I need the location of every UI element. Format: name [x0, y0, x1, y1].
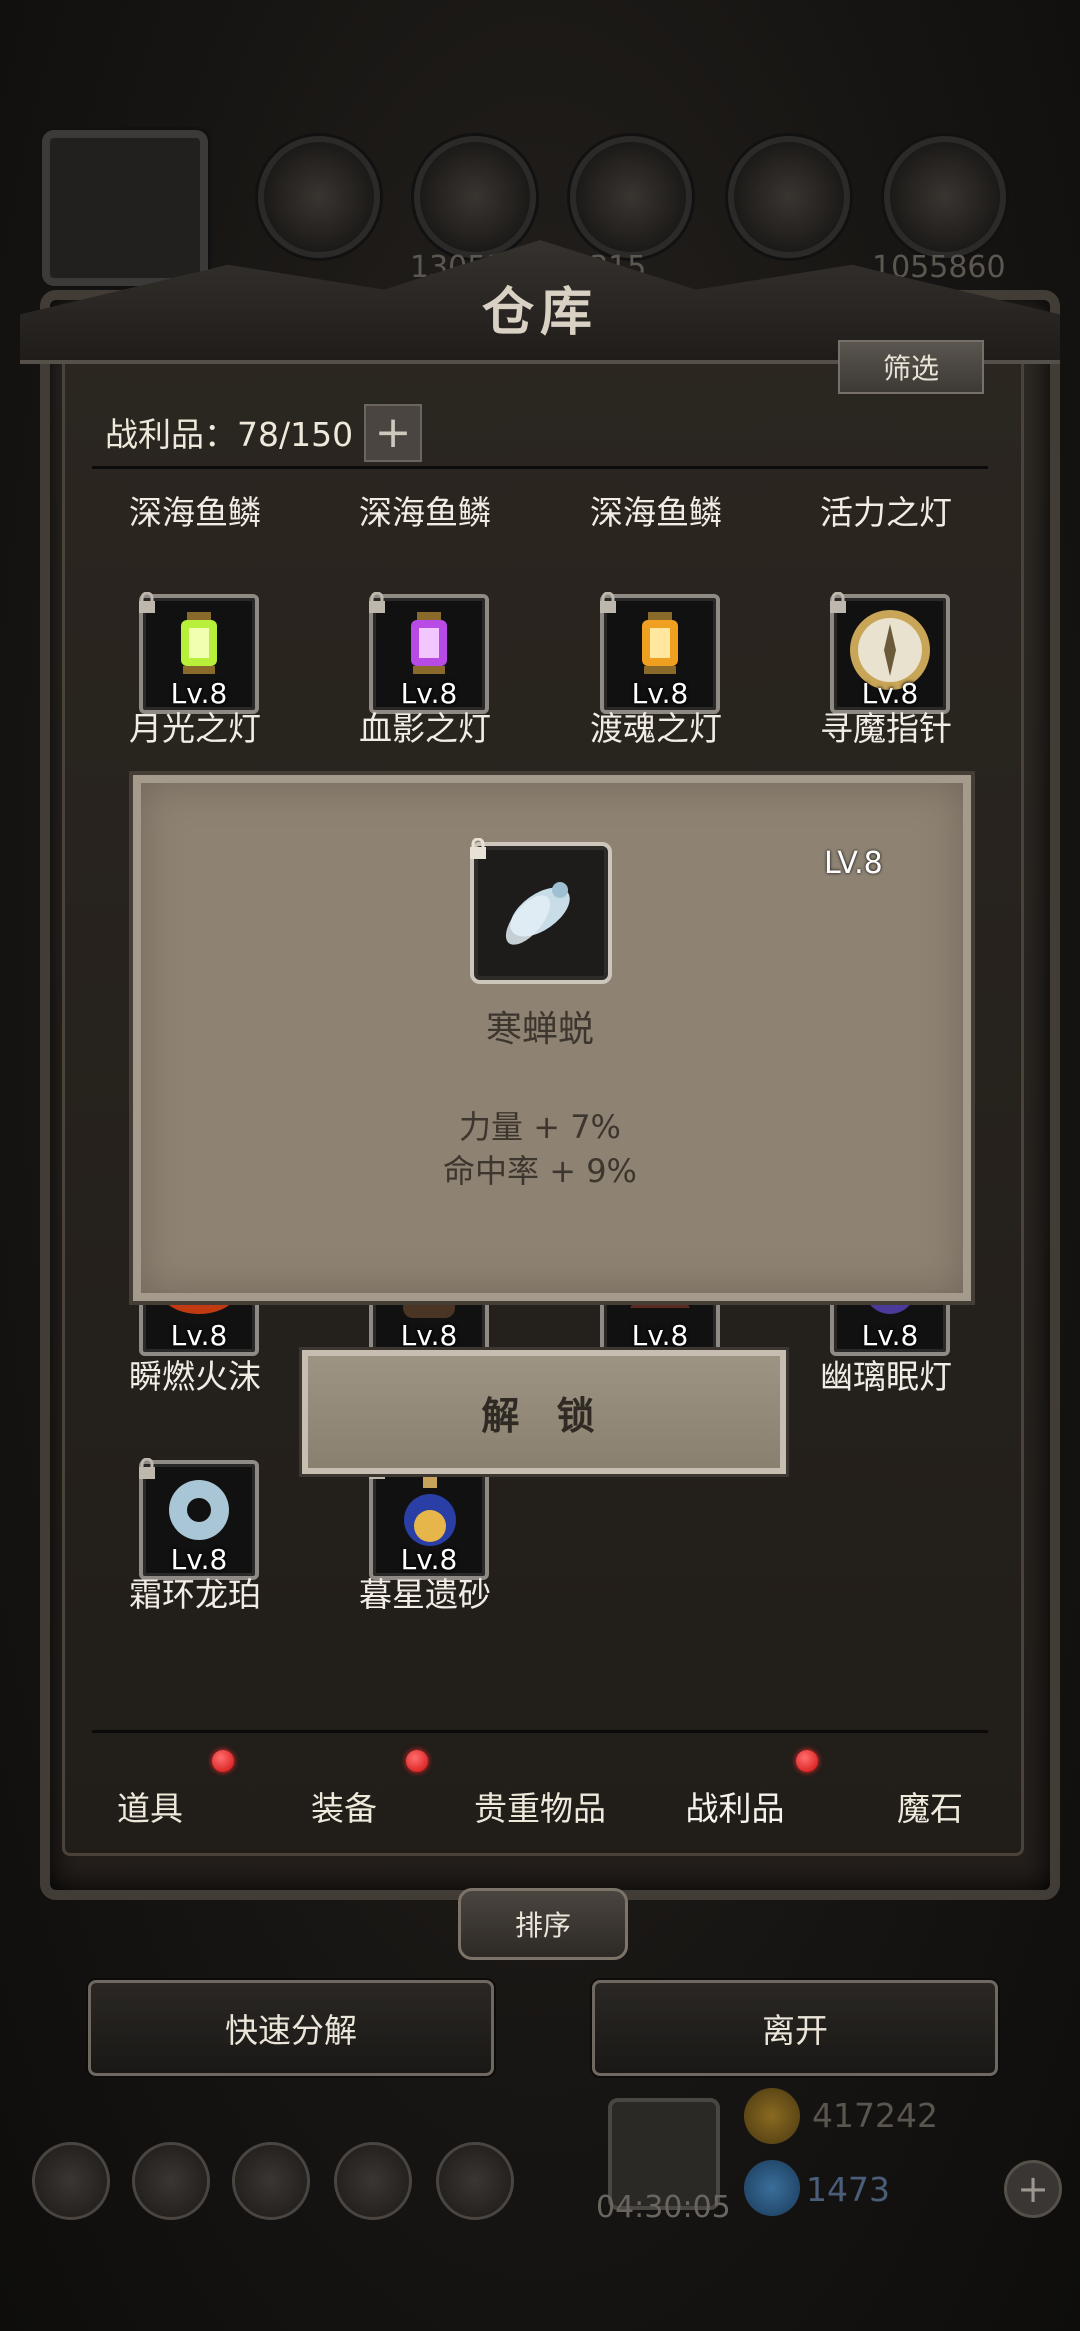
item-label[interactable]: 深海鱼鳞 — [556, 486, 756, 534]
top-divider — [92, 466, 988, 469]
bottom-divider — [92, 1730, 988, 1733]
resource-slot-2[interactable] — [414, 136, 536, 258]
gold-coin-icon — [744, 2088, 800, 2144]
gold-amount: 417242 — [812, 2096, 938, 2135]
resource-slot-4[interactable] — [728, 136, 850, 258]
tab-equipment-badge — [406, 1750, 428, 1772]
item-level: Lv.8 — [400, 1319, 458, 1352]
item-label[interactable]: 渡魂之灯 — [556, 702, 756, 750]
tab-magic-stones[interactable]: 魔石 — [880, 1782, 980, 1830]
item-slot[interactable]: Lv.8 — [830, 592, 950, 714]
popup-item-slot — [470, 838, 612, 984]
gem-amount: 1473 — [806, 2170, 890, 2209]
purple-lantern-icon — [411, 612, 447, 674]
item-label[interactable]: 活力之灯 — [786, 486, 986, 534]
popup-item-level: LV.8 — [824, 846, 883, 881]
sort-button[interactable]: 排序 — [458, 1888, 628, 1960]
loot-count: 战利品：78/150 — [105, 415, 354, 454]
guild-icon[interactable] — [232, 2142, 310, 2220]
tab-items-badge — [212, 1750, 234, 1772]
lock-icon — [369, 592, 385, 613]
add-currency-button[interactable]: + — [1004, 2160, 1062, 2218]
resource-slot-1[interactable] — [258, 136, 380, 258]
panel-title: 仓库 — [481, 282, 598, 343]
popup-item-name: 寒蝉蜕 — [485, 1009, 594, 1050]
leave-button[interactable]: 离开 — [592, 1980, 998, 2076]
lock-icon — [600, 592, 616, 613]
item-label[interactable]: 霜环龙珀 — [95, 1568, 295, 1616]
item-label[interactable]: 月光之灯 — [95, 702, 295, 750]
item-level: Lv.8 — [170, 1319, 228, 1352]
item-label[interactable]: 暮星遗砂 — [325, 1568, 525, 1616]
gift-timer: 04:30:05 — [596, 2190, 731, 2225]
shop-icon[interactable] — [436, 2142, 514, 2220]
tab-valuables[interactable]: 贵重物品 — [460, 1782, 620, 1830]
resource-slot-5[interactable] — [884, 136, 1006, 258]
unlock-button[interactable]: 解 锁 — [302, 1350, 786, 1474]
item-label[interactable]: 深海鱼鳞 — [95, 486, 295, 534]
item-slot[interactable]: Lv.8 — [139, 592, 259, 714]
item-label[interactable]: 幽璃眠灯 — [786, 1350, 986, 1398]
expand-capacity-button[interactable]: + — [364, 404, 422, 462]
orange-lantern-icon — [642, 612, 678, 674]
item-label[interactable]: 寻魔指针 — [786, 702, 986, 750]
star-sand-bottle-icon — [404, 1472, 456, 1546]
lock-icon — [139, 592, 155, 613]
filter-button[interactable]: 筛选 — [838, 340, 984, 394]
item-label[interactable]: 瞬燃火沫 — [95, 1350, 295, 1398]
item-slot[interactable]: Lv.8 — [369, 1458, 489, 1580]
item-slot[interactable]: Lv.8 — [600, 592, 720, 714]
gem-icon — [744, 2160, 800, 2216]
item-slot[interactable]: Lv.8 — [139, 1458, 259, 1580]
cicada-icon — [505, 882, 570, 945]
item-level: Lv.8 — [861, 1319, 919, 1352]
lock-icon — [470, 838, 486, 859]
lock-icon — [139, 1458, 155, 1479]
quick-decompose-button[interactable]: 快速分解 — [88, 1980, 494, 2076]
tab-loot[interactable]: 战利品 — [670, 1782, 800, 1830]
item-label[interactable]: 深海鱼鳞 — [325, 486, 525, 534]
resource-slot-3[interactable] — [570, 136, 692, 258]
mail-icon[interactable] — [334, 2142, 412, 2220]
character-slot[interactable] — [42, 130, 208, 286]
green-lantern-icon — [181, 612, 217, 674]
item-slot[interactable]: Lv.8 — [369, 592, 489, 714]
tab-items[interactable]: 道具 — [100, 1782, 200, 1830]
tab-equipment[interactable]: 装备 — [294, 1782, 394, 1830]
settings-icon[interactable] — [32, 2142, 110, 2220]
frost-ring-icon — [169, 1480, 229, 1540]
popup-stat-accuracy: 命中率 + 9% — [443, 1152, 637, 1190]
item-label[interactable]: 血影之灯 — [325, 702, 525, 750]
item-level: Lv.8 — [631, 1319, 689, 1352]
achievement-icon[interactable] — [132, 2142, 210, 2220]
popup-stat-strength: 力量 + 7% — [459, 1108, 621, 1146]
tab-loot-badge — [796, 1750, 818, 1772]
